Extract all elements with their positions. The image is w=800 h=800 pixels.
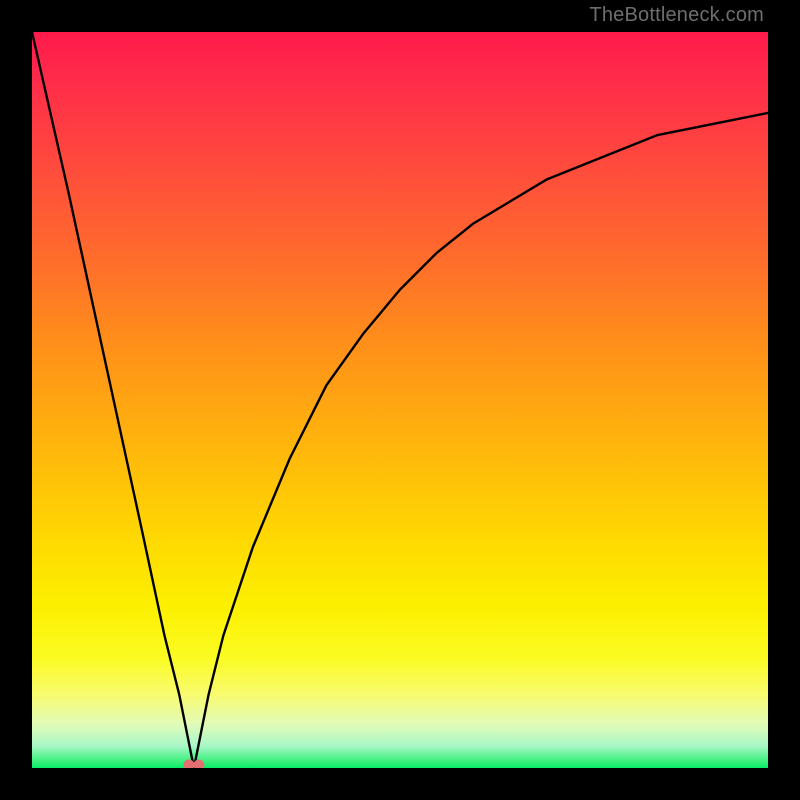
bottleneck-curve (32, 32, 768, 768)
minimum-marker (183, 760, 204, 769)
plot-area (32, 32, 768, 768)
bottleneck-chart: TheBottleneck.com (0, 0, 800, 800)
curve-svg (32, 32, 768, 768)
watermark-text: TheBottleneck.com (589, 4, 764, 27)
